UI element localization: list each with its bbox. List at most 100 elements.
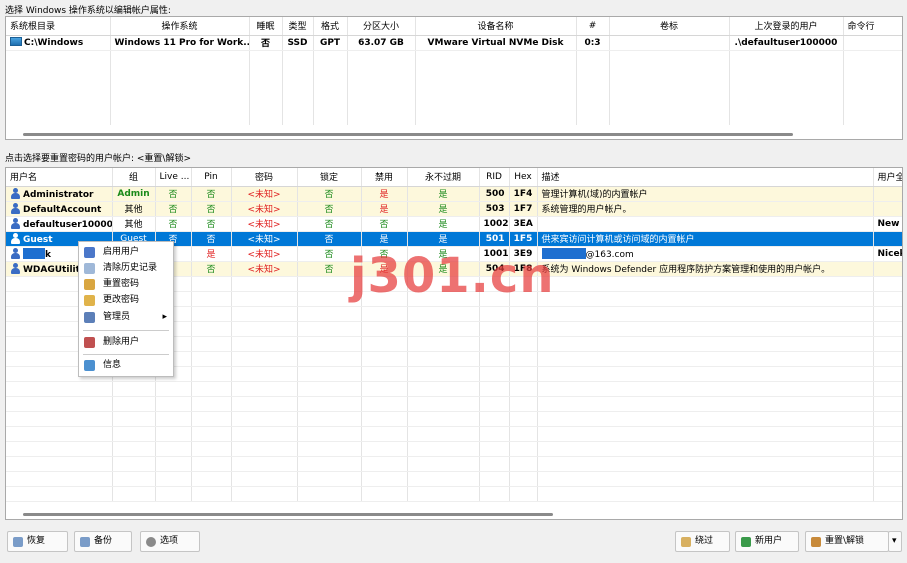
empty-cell [609, 50, 730, 65]
empty-cell [297, 486, 362, 502]
user-cell-text: Nicek [877, 248, 903, 259]
os-table-cell: 63.07 GB [347, 35, 416, 51]
user-cell-text: 否 [324, 235, 334, 245]
os-table-row[interactable]: C:\Windows Windows 11 Pro for Work... 否 SSD… [6, 35, 902, 51]
user-column-header[interactable]: RID [479, 168, 510, 187]
os-column-header[interactable]: 操作系统 [110, 17, 250, 36]
user-column-header[interactable]: 描述 [537, 168, 874, 187]
empty-cell [509, 321, 538, 337]
os-horizontal-scrollbar[interactable] [23, 133, 793, 136]
empty-cell [407, 441, 480, 457]
user-column-header[interactable]: 组 [112, 168, 156, 187]
os-column-header[interactable]: 上次登录的用户 [729, 17, 844, 36]
empty-cell [407, 306, 480, 322]
empty-cell [231, 471, 298, 487]
chevron-down-icon: ▾ [892, 536, 897, 546]
empty-cell [231, 351, 298, 367]
os-column-header[interactable]: 系统根目录 [6, 17, 111, 36]
empty-cell [843, 95, 902, 110]
menu-clear-history[interactable]: 清除历史记录 [79, 261, 173, 276]
user-column-header[interactable]: Pin [191, 168, 232, 187]
os-column-header[interactable]: 格式 [313, 17, 348, 36]
user-table-row[interactable]: defaultuser100000 其他 否 否 <未知> 否 否 是 1002 3EA New U [6, 216, 902, 232]
empty-cell [873, 306, 902, 322]
watermark: j301.cn [350, 248, 555, 304]
menu-info[interactable]: 信息 [79, 358, 173, 373]
empty-cell [361, 366, 408, 382]
options-button[interactable]: 选项 [140, 531, 200, 552]
user-cell-text: 1002 [483, 218, 509, 229]
restore-button[interactable]: 恢复 [7, 531, 68, 552]
os-column-header[interactable]: 命令行 [843, 17, 902, 36]
os-table-cell: Windows 11 Pro for Work... [110, 35, 250, 51]
empty-cell [415, 65, 577, 80]
empty-cell [191, 396, 232, 412]
empty-cell [873, 456, 902, 472]
user-cell-full [873, 201, 902, 217]
empty-cell [609, 65, 730, 80]
user-cell-rid: 501 [479, 231, 510, 247]
empty-cell [347, 80, 416, 95]
user-horizontal-scrollbar[interactable] [23, 513, 553, 516]
user-cell-text: 1F4 [513, 188, 533, 199]
menu-enable-user[interactable]: 启用用户 [79, 245, 173, 260]
user-cell-text: k [45, 249, 51, 260]
user-column-header[interactable]: Hex [509, 168, 538, 187]
skip-button[interactable]: 绕过 [675, 531, 730, 552]
os-column-header[interactable]: 分区大小 [347, 17, 416, 36]
menu-administrator[interactable]: 管理员 ▸ [79, 310, 173, 325]
os-column-header[interactable]: 设备名称 [415, 17, 577, 36]
user-cell-name: DefaultAccount [6, 201, 113, 217]
os-column-header[interactable]: 卷标 [609, 17, 730, 36]
reset-unlock-button[interactable]: 重置\解锁 [805, 531, 889, 552]
user-column-header[interactable]: 用户名 [6, 168, 113, 187]
empty-cell [479, 306, 510, 322]
user-column-header[interactable]: Live ... [155, 168, 192, 187]
add-user-icon [741, 537, 751, 547]
user-table-row[interactable]: Administrator Admin 否 否 <未知> 否 是 是 500 1F4 管理计算机(域… [6, 186, 902, 202]
empty-cell [537, 456, 874, 472]
os-column-header[interactable]: # [576, 17, 610, 36]
empty-cell [729, 80, 844, 95]
os-cell-text: GPT [319, 37, 341, 48]
os-list-panel[interactable]: 系统根目录 操作系统 睡眠 类型 格式 分区大小 设备名称 # 卷标 上次登录的用户 命令行 C:\… [5, 16, 903, 140]
empty-cell [282, 80, 314, 95]
user-column-header[interactable]: 禁用 [361, 168, 408, 187]
user-cell-pwd: <未知> [231, 201, 298, 217]
empty-row [6, 95, 902, 110]
user-cell-dis: 是 [361, 231, 408, 247]
user-cell-text: 是 [206, 250, 216, 260]
reset-dropdown-button[interactable]: ▾ [888, 531, 902, 552]
user-column-header[interactable]: 用户全 [873, 168, 902, 187]
empty-cell [155, 486, 192, 502]
new-user-button[interactable]: 新用户 [735, 531, 799, 552]
empty-cell [407, 471, 480, 487]
menu-reset-password[interactable]: 重置密码 [79, 277, 173, 292]
empty-cell [609, 110, 730, 125]
user-column-header[interactable]: 锁定 [297, 168, 362, 187]
empty-cell [231, 426, 298, 442]
user-column-header[interactable]: 密码 [231, 168, 298, 187]
user-cell-pin: 否 [191, 201, 232, 217]
empty-cell [297, 396, 362, 412]
os-column-header[interactable]: 睡眠 [249, 17, 283, 36]
menu-change-password[interactable]: 更改密码 [79, 293, 173, 308]
user-cell-text: 1F5 [513, 233, 533, 244]
empty-cell [249, 65, 283, 80]
empty-cell [297, 426, 362, 442]
user-table-row[interactable]: DefaultAccount 其他 否 否 <未知> 否 是 是 503 1F7 系统管理的用户帐户… [6, 201, 902, 217]
empty-cell [297, 351, 362, 367]
os-column-header[interactable]: 类型 [282, 17, 314, 36]
empty-cell [347, 95, 416, 110]
user-cell-text: 否 [206, 235, 216, 245]
empty-cell [509, 411, 538, 427]
empty-cell [509, 366, 538, 382]
os-table-cell: SSD [282, 35, 314, 51]
empty-cell [873, 336, 902, 352]
empty-cell [361, 321, 408, 337]
user-cell-rid: 503 [479, 201, 510, 217]
empty-cell [843, 80, 902, 95]
menu-delete-user[interactable]: 删除用户 [79, 335, 173, 350]
user-column-header[interactable]: 永不过期 [407, 168, 480, 187]
backup-button[interactable]: 备份 [74, 531, 132, 552]
